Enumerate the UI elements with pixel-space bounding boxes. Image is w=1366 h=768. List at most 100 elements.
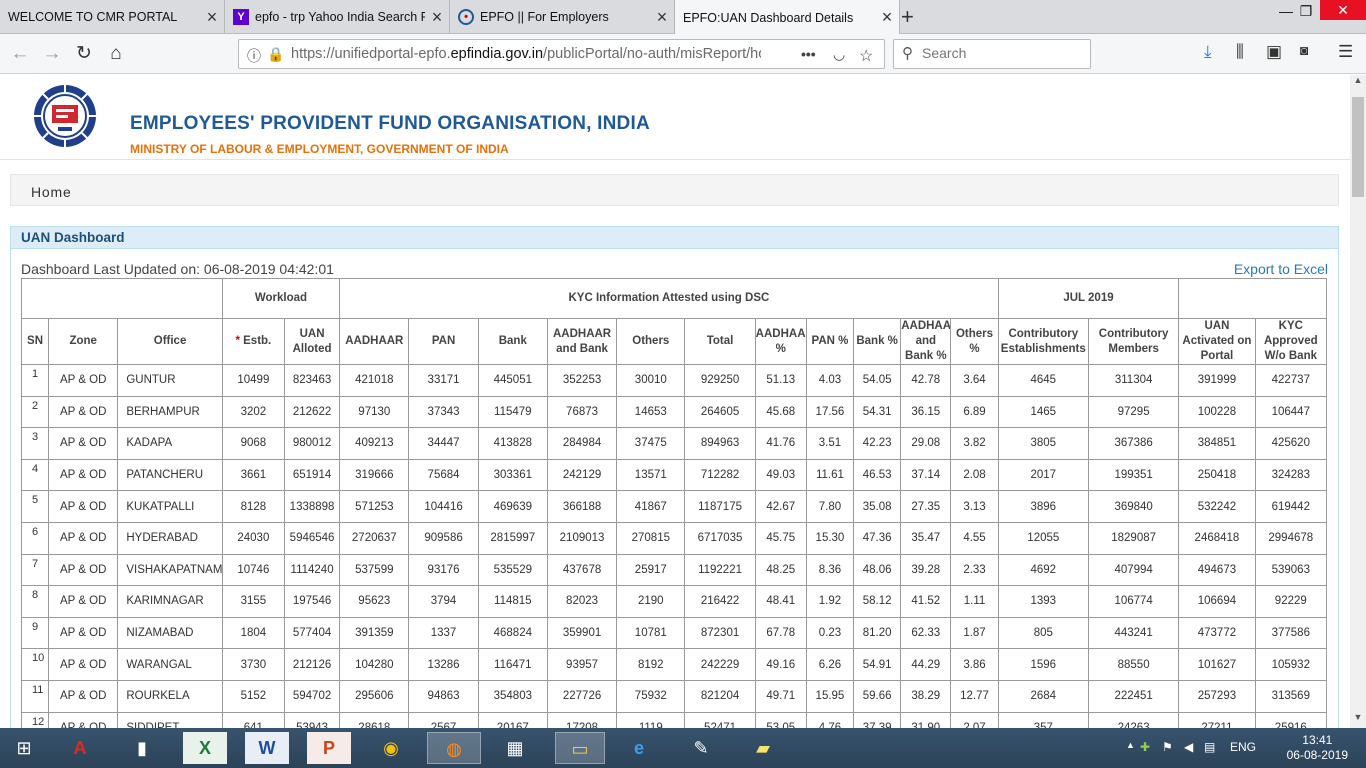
cell-aadhaar-pct: 49.16 (754, 648, 807, 681)
close-window-icon[interactable]: ✕ (1320, 0, 1366, 20)
cell-bank: 115479 (477, 395, 548, 429)
cell-pan: 33171 (408, 364, 479, 397)
cell-office: PATANCHERU (117, 458, 223, 492)
download-icon[interactable]: ⤓ (1204, 42, 1212, 62)
address-bar[interactable]: ⓘ 🔒 https://unifiedportal-epfo.epfindia.… (238, 39, 885, 69)
cell-contributory-establishments: 2684 (997, 679, 1089, 713)
cell-others-pct: 2.07 (950, 711, 999, 728)
scrollbar-thumb[interactable] (1352, 97, 1364, 197)
scroll-down-icon[interactable]: ▼ (1350, 712, 1366, 728)
network-icon[interactable]: ▤ (1204, 740, 1215, 754)
forward-icon[interactable]: → (38, 40, 66, 68)
search-box[interactable]: ⚲ (893, 39, 1091, 69)
export-to-excel-link[interactable]: Export to Excel (1234, 261, 1328, 277)
search-input[interactable] (922, 45, 1082, 61)
firefox-icon[interactable]: ◍ (427, 732, 481, 764)
taskbar-clock[interactable]: 13:41 06-08-2019 (1287, 733, 1348, 763)
word-icon[interactable]: W (245, 732, 289, 764)
site-header: EMPLOYEES' PROVIDENT FUND ORGANISATION, … (0, 75, 1350, 160)
excel-icon[interactable]: X (183, 732, 227, 764)
scroll-up-icon[interactable]: ▲ (1350, 75, 1366, 91)
col-contributory-establishments: Contributory Establishments (997, 318, 1089, 365)
acrobat-icon[interactable]: A (58, 732, 102, 764)
internet-explorer-icon[interactable]: e (617, 732, 661, 764)
paint-icon[interactable]: ✎ (679, 732, 723, 764)
cell-estb: 641 (221, 711, 285, 728)
cell-pan: 94863 (408, 679, 479, 713)
browser-tab-bar: WELCOME TO CMR PORTAL × Y epfo - trp Yah… (0, 0, 1366, 35)
info-icon[interactable]: ⓘ (247, 46, 261, 66)
cell-uan-activated: 250418 (1178, 458, 1256, 492)
flag-icon[interactable]: ⚑ (1162, 740, 1173, 754)
menu-icon[interactable]: ☰ (1338, 42, 1353, 62)
pocket-icon[interactable]: ◡ (833, 46, 845, 63)
bookmark-star-icon[interactable]: ☆ (859, 46, 873, 66)
page-actions-icon[interactable]: ••• (801, 46, 816, 62)
cell-uan-activated: 532242 (1178, 490, 1256, 523)
browser-toolbar: ← → ↻ ⌂ ⓘ 🔒 https://unifiedportal-epfo.e… (0, 34, 1366, 74)
close-icon[interactable]: × (425, 7, 449, 28)
group-header-month: JUL 2019 (997, 278, 1180, 319)
reload-icon[interactable]: ↻ (70, 40, 98, 68)
tab-cmr-portal[interactable]: WELCOME TO CMR PORTAL × (0, 0, 225, 34)
library-icon[interactable]: ⫼ (1236, 42, 1244, 62)
cell-estb: 9068 (221, 427, 285, 460)
powerpoint-icon[interactable]: P (307, 732, 351, 764)
new-tab-icon[interactable]: + (901, 4, 914, 30)
cell-estb: 3661 (221, 458, 285, 492)
dashboard-table-wrapper: Workload KYC Information Attested using … (21, 278, 1328, 728)
cell-uan-alloted: 651914 (283, 458, 341, 492)
cell-kyc-approved: 425620 (1254, 427, 1328, 460)
chrome-icon[interactable]: ◉ (369, 732, 413, 764)
cell-kyc-approved: 105932 (1254, 648, 1328, 681)
close-icon[interactable]: × (650, 7, 674, 28)
home-icon[interactable]: ⌂ (102, 40, 130, 68)
cell-others: 10781 (616, 616, 686, 650)
cell-estb: 10746 (221, 553, 285, 587)
cell-uan-alloted: 980012 (283, 427, 341, 460)
cell-contributory-establishments: 1465 (997, 395, 1089, 429)
col-total: Total (684, 318, 756, 365)
cell-contributory-establishments: 805 (997, 616, 1089, 650)
windows-taskbar: ⊞ A ▮ X W P ◉ ◍ ▦ ▭ e ✎ ▰ ▲ ✚ ⚑ ◀ ▤ ENG … (0, 728, 1366, 768)
col-uan-activated: UAN Activated on Portal (1178, 318, 1256, 365)
page-scrollbar[interactable]: ▲ ▼ (1350, 75, 1366, 728)
windows-start-icon[interactable]: ⊞ (2, 732, 46, 764)
table-row: 4 AP & OD PATANCHERU 3661 651914 319666 75684 3… (21, 458, 1328, 492)
cell-others-pct: 1.11 (950, 585, 999, 618)
cell-bank: 445051 (477, 364, 548, 397)
tab-epfo-employers[interactable]: • EPFO || For Employers × (450, 0, 675, 34)
restore-icon[interactable]: ❐ (1290, 0, 1322, 34)
calculator-icon[interactable]: ▦ (493, 732, 537, 764)
back-icon[interactable]: ← (6, 40, 34, 68)
close-icon[interactable]: × (200, 7, 224, 28)
app-tray-icon[interactable]: ✚ (1140, 740, 1150, 754)
nav-home-link[interactable]: Home (31, 184, 72, 200)
col-others: Others (616, 318, 686, 365)
cell-kyc-approved: 313569 (1254, 679, 1328, 713)
cell-aadhaar-pct: 49.03 (754, 458, 807, 492)
sticky-notes-icon[interactable]: ▰ (741, 732, 785, 764)
show-hidden-icons-icon[interactable]: ▲ (1126, 740, 1135, 750)
cell-sn: 3 (21, 427, 50, 460)
file-explorer-icon[interactable]: ▭ (555, 732, 605, 764)
language-indicator[interactable]: ENG (1230, 740, 1256, 754)
cell-pan: 1337 (408, 616, 479, 650)
close-icon[interactable]: × (875, 7, 899, 28)
tab-uan-dashboard[interactable]: EPFO:UAN Dashboard Details × (675, 0, 900, 35)
system-tray: ▲ ✚ ⚑ ◀ ▤ ENG 13:41 06-08-2019 (1116, 728, 1366, 768)
cell-others: 25917 (616, 553, 686, 587)
col-uan-alloted: UAN Alloted (283, 318, 341, 365)
cell-aadhaar-bank-pct: 44.29 (900, 648, 952, 681)
tab-yahoo-search[interactable]: Y epfo - trp Yahoo India Search R × (225, 0, 450, 34)
cell-aadhaar: 104280 (339, 648, 410, 681)
cell-bank-pct: 59.66 (853, 679, 902, 713)
media-app-icon[interactable]: ▮ (120, 732, 164, 764)
url-text[interactable]: https://unifiedportal-epfo.epfindia.gov.… (291, 46, 761, 62)
volume-icon[interactable]: ◀ (1184, 740, 1193, 754)
extension-icon[interactable]: ◙ (1300, 42, 1308, 58)
cell-aadhaar-pct: 48.41 (754, 585, 807, 618)
cell-uan-activated: 100228 (1178, 395, 1256, 429)
cell-bank: 20167 (477, 711, 548, 728)
sidebar-icon[interactable]: ▣ (1266, 42, 1282, 62)
